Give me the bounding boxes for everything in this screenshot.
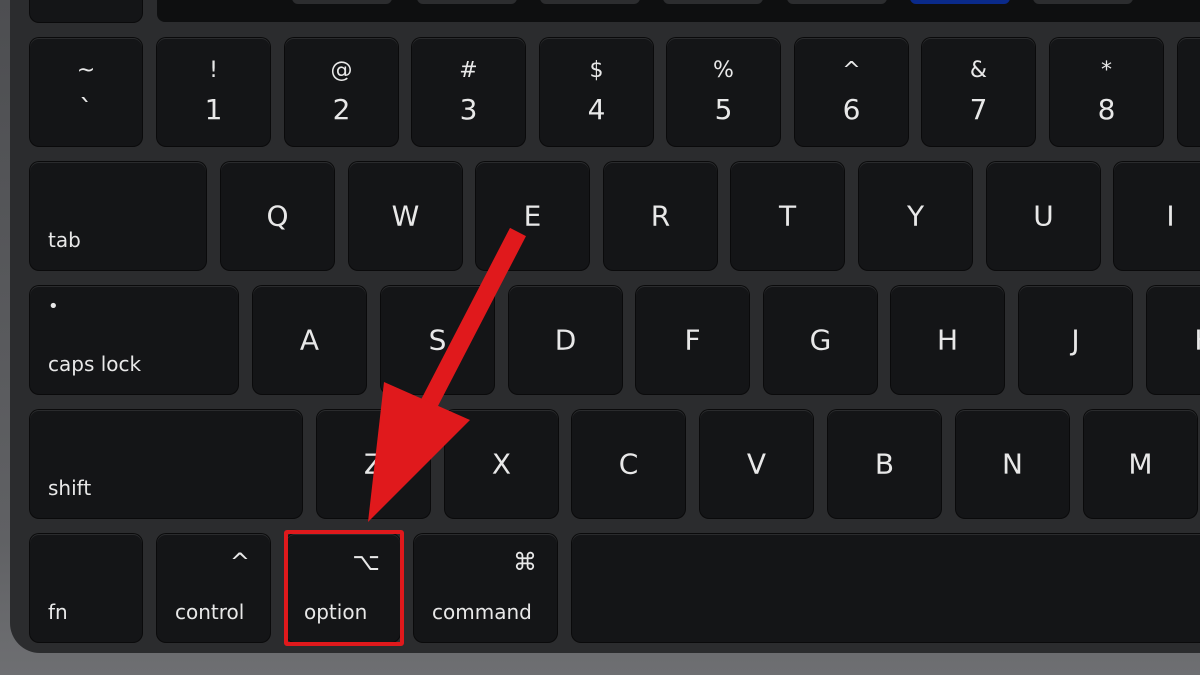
keyboard: ~ `! 1 @2 #3 $4% 5 ^ 6 & 7 * 8 tab Q W E R T Y U Icaps lock • A… (0, 0, 1200, 675)
red-arrow-icon (368, 227, 526, 522)
